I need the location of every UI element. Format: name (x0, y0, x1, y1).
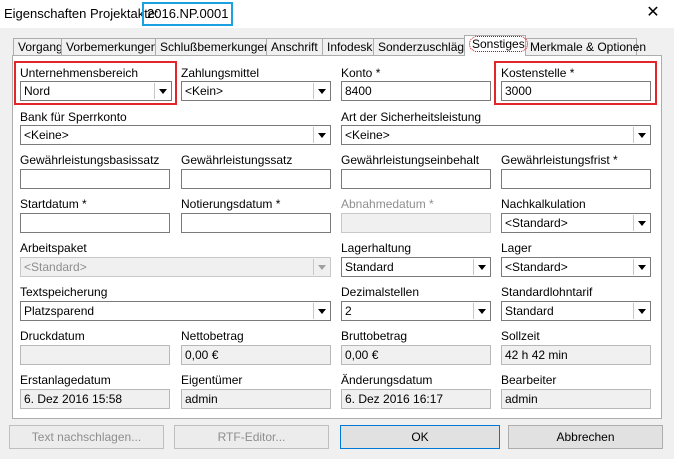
nachkalkulation-select[interactable]: <Standard> (501, 213, 651, 233)
label-bank-sperrkonto: Bank für Sperrkonto (20, 110, 127, 124)
notierungsdatum-input[interactable] (181, 213, 331, 233)
gewaehrleistungssatz-input[interactable] (181, 169, 331, 189)
chevron-down-icon (473, 259, 489, 275)
arbeitspaket-select: <Standard> (20, 257, 331, 277)
tab-sonstiges[interactable]: Sonstiges (464, 35, 528, 56)
rtf-editor-button: RTF-Editor... (174, 425, 329, 449)
label-gewaehrleistungsbasissatz: Gewährleistungsbasissatz (20, 153, 160, 167)
chevron-down-icon (313, 303, 329, 319)
tab-merkmale-optionen[interactable]: Merkmale & Optionen (525, 38, 646, 55)
label-abnahmedatum: Abnahmedatum * (341, 197, 434, 211)
label-druckdatum: Druckdatum (20, 329, 85, 343)
label-dezimalstellen: Dezimalstellen (341, 285, 420, 299)
aenderungsdatum-field: 6. Dez 2016 16:17 (341, 389, 491, 409)
chevron-down-icon (633, 215, 649, 231)
label-sollzeit: Sollzeit (501, 329, 540, 343)
druckdatum-field (20, 345, 170, 365)
label-notierungsdatum: Notierungsdatum * (181, 197, 281, 211)
chevron-down-icon (633, 303, 649, 319)
label-standardlohntarif: Standardlohntarif (501, 285, 593, 299)
chevron-down-icon (633, 127, 649, 143)
nachkalkulation-value: <Standard> (505, 216, 568, 230)
label-art-sicherheitsleistung: Art der Sicherheitsleistung (341, 110, 482, 124)
lagerhaltung-select[interactable]: Standard (341, 257, 491, 277)
lager-select[interactable]: <Standard> (501, 257, 651, 277)
chevron-down-icon (473, 303, 489, 319)
tab-sonstiges-label: Sonstiges (469, 36, 528, 52)
chevron-down-icon (313, 259, 329, 275)
standardlohntarif-select[interactable]: Standard (501, 301, 651, 321)
chevron-down-icon (313, 127, 329, 143)
bruttobetrag-field: 0,00 € (341, 345, 491, 365)
label-erstanlagedatum: Erstanlagedatum (20, 373, 111, 387)
title-bar: Eigenschaften Projektakte: 2016.NP.0001 … (0, 0, 674, 28)
bearbeiter-field: admin (501, 389, 651, 409)
label-konto: Konto * (341, 66, 381, 80)
project-id-highlight: 2016.NP.0001 (142, 2, 234, 26)
label-bearbeiter: Bearbeiter (501, 373, 557, 387)
label-aenderungsdatum: Änderungsdatum (341, 373, 433, 387)
highlight-kostenstelle (494, 61, 657, 105)
label-nachkalkulation: Nachkalkulation (501, 197, 586, 211)
label-eigentuemer: Eigentümer (181, 373, 243, 387)
highlight-unternehmensbereich (14, 61, 177, 105)
label-bruttobetrag: Bruttobetrag (341, 329, 408, 343)
erstanlagedatum-field: 6. Dez 2016 15:58 (20, 389, 170, 409)
chevron-down-icon (633, 259, 649, 275)
zahlungsmittel-value: <Kein> (185, 84, 224, 98)
chevron-down-icon (313, 83, 329, 99)
label-lagerhaltung: Lagerhaltung (341, 241, 412, 255)
textspeicherung-select[interactable]: Platzsparend (20, 301, 331, 321)
lagerhaltung-value: Standard (345, 260, 394, 274)
eigentuemer-field: admin (181, 389, 331, 409)
standardlohntarif-value: Standard (505, 304, 554, 318)
bank-sperrkonto-value: <Keine> (24, 128, 69, 142)
tab-vorgang[interactable]: Vorgang (13, 38, 63, 55)
close-button[interactable]: ✕ (642, 2, 664, 24)
nettobetrag-field: 0,00 € (181, 345, 331, 365)
dezimalstellen-select[interactable]: 2 (341, 301, 491, 321)
konto-input[interactable]: 8400 (341, 81, 491, 101)
gewaehrleistungsbasissatz-input[interactable] (20, 169, 170, 189)
startdatum-input[interactable] (20, 213, 170, 233)
label-gewaehrleistungsfrist: Gewährleistungsfrist * (501, 153, 618, 167)
dezimalstellen-value: 2 (345, 304, 352, 318)
art-sicherheitsleistung-value: <Keine> (345, 128, 390, 142)
bank-sperrkonto-select[interactable]: <Keine> (20, 125, 331, 145)
label-arbeitspaket: Arbeitspaket (20, 241, 87, 255)
text-nachschlagen-button: Text nachschlagen... (9, 425, 164, 449)
tab-sonderzuschlaege[interactable]: Sonderzuschläge (373, 38, 471, 55)
lager-value: <Standard> (505, 260, 568, 274)
gewaehrleistungsfrist-input[interactable] (501, 169, 651, 189)
tab-infodesk[interactable]: Infodesk (322, 38, 374, 55)
tab-schlussbemerkungen[interactable]: Schlußbemerkungen (155, 38, 271, 55)
label-startdatum: Startdatum * (20, 197, 87, 211)
label-textspeicherung: Textspeicherung (20, 285, 108, 299)
sollzeit-field: 42 h 42 min (501, 345, 651, 365)
gewaehrleistungseinbehalt-input[interactable] (341, 169, 491, 189)
label-gewaehrleistungseinbehalt: Gewährleistungseinbehalt (341, 153, 480, 167)
window-title: Eigenschaften Projektakte: (4, 6, 159, 21)
tab-vorbemerkungen[interactable]: Vorbemerkungen (61, 38, 157, 55)
label-lager: Lager (501, 241, 532, 255)
textspeicherung-value: Platzsparend (24, 304, 95, 318)
label-gewaehrleistungssatz: Gewährleistungssatz (181, 153, 293, 167)
label-nettobetrag: Nettobetrag (181, 329, 244, 343)
label-zahlungsmittel: Zahlungsmittel (181, 66, 260, 80)
abbrechen-button[interactable]: Abbrechen (508, 425, 663, 449)
zahlungsmittel-select[interactable]: <Kein> (181, 81, 331, 101)
tab-anschrift[interactable]: Anschrift (266, 38, 323, 55)
art-sicherheitsleistung-select[interactable]: <Keine> (341, 125, 651, 145)
arbeitspaket-value: <Standard> (24, 260, 87, 274)
abnahmedatum-input (341, 213, 491, 233)
ok-button[interactable]: OK (340, 425, 500, 449)
